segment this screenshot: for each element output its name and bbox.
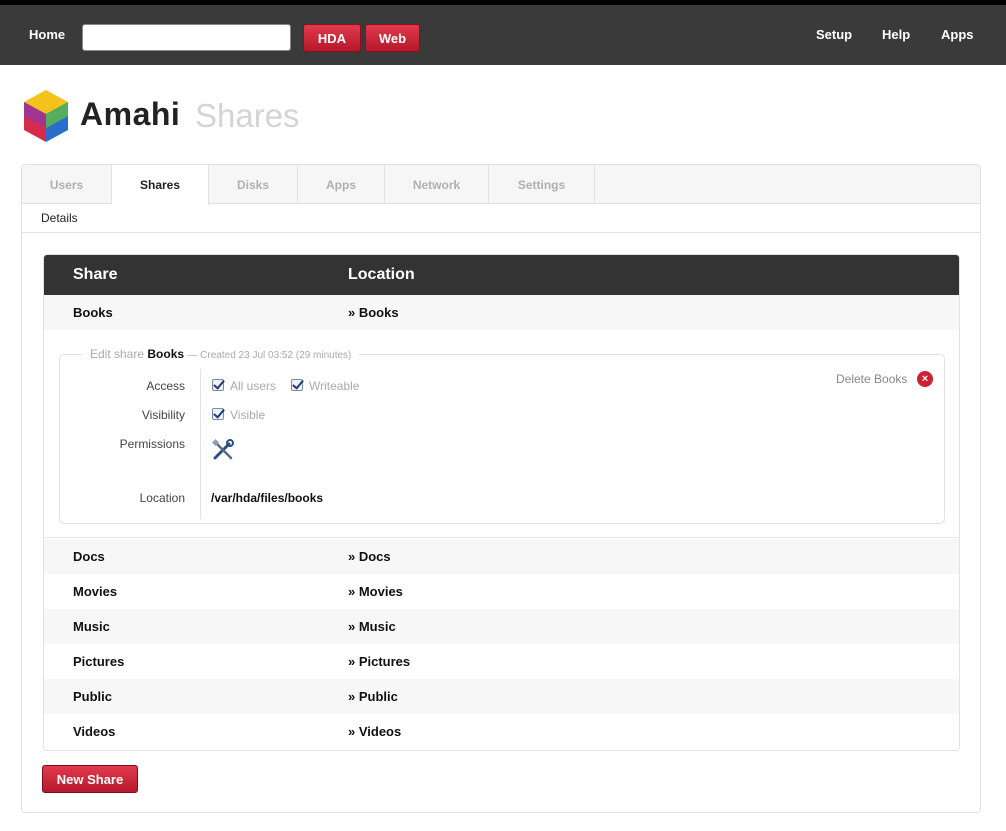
subnav-details[interactable]: Details [41,211,78,225]
visibility-label: Visibility [141,408,185,422]
location-path: /var/hda/files/books [211,491,324,505]
access-label: Access [146,379,185,393]
share-name: Music [73,619,110,634]
tab-users[interactable]: Users [22,165,112,204]
table-row[interactable]: Docs » Docs [44,539,959,574]
share-location-link[interactable]: » Videos [348,724,401,739]
table-header: Share Location [44,255,959,295]
edit-share-legend: Edit share Books — Created 23 Jul 03:52 … [82,347,360,361]
edit-share-fieldset: Edit share Books — Created 23 Jul 03:52 … [59,347,945,524]
location-column-header: Location [348,266,415,283]
writeable-checkbox[interactable] [291,379,303,391]
hda-button[interactable]: HDA [303,24,361,52]
tab-shares[interactable]: Shares [112,165,209,205]
share-location-link[interactable]: » Docs [348,549,391,564]
table-row[interactable]: Videos » Videos [44,714,959,749]
share-location-link[interactable]: » Music [348,619,396,634]
page-title: Shares [195,97,300,134]
all-users-checkbox[interactable] [212,379,224,391]
search-input[interactable] [82,24,291,51]
delete-share-link[interactable]: Delete Books [836,372,907,386]
tab-settings[interactable]: Settings [489,165,595,204]
share-name: Docs [73,549,105,564]
tab-apps[interactable]: Apps [298,165,385,204]
setup-link[interactable]: Setup [816,27,852,42]
writeable-label: Writeable [309,379,360,393]
share-name: Videos [73,724,116,739]
home-link[interactable]: Home [29,27,65,42]
tab-bar: Users Shares Disks Apps Network Settings [22,165,980,205]
delete-icon[interactable]: × [917,371,933,387]
new-share-button[interactable]: New Share [42,765,138,793]
share-column-header: Share [73,266,118,283]
share-location-link[interactable]: » Books [348,305,399,320]
share-location-link[interactable]: » Public [348,689,398,704]
share-name: Public [73,689,113,704]
shares-table: Share Location Books » Books Edit share … [43,254,960,751]
top-navigation-bar: Home HDA Web Setup Help Apps [0,0,1006,65]
web-button[interactable]: Web [365,24,420,52]
table-row[interactable]: Music » Music [44,609,959,644]
all-users-label: All users [230,379,277,393]
visible-label: Visible [230,408,266,422]
table-row[interactable]: Public » Public [44,679,959,714]
permissions-label: Permissions [119,437,185,451]
location-label: Location [139,491,185,505]
subnav-divider [22,232,980,233]
table-row[interactable]: Books » Books [44,295,959,330]
edit-share-section: Edit share Books — Created 23 Jul 03:52 … [44,330,959,538]
share-location-link[interactable]: » Movies [348,584,403,599]
amahi-logo-icon [24,90,68,142]
share-name: Movies [73,584,118,599]
permissions-tools-icon[interactable] [211,438,235,462]
brand-name: Amahi [80,96,181,132]
help-link[interactable]: Help [882,27,910,42]
edit-share-name[interactable]: Books [147,347,184,361]
table-row[interactable]: Pictures » Pictures [44,644,959,679]
share-name: Pictures [73,654,125,669]
tab-disks[interactable]: Disks [209,165,298,204]
table-row[interactable]: Movies » Movies [44,574,959,609]
label-divider [200,369,201,519]
edit-share-prefix: Edit share [90,347,145,361]
visible-checkbox[interactable] [212,408,224,420]
apps-link[interactable]: Apps [941,27,974,42]
main-panel: Users Shares Disks Apps Network Settings… [21,164,981,813]
share-location-link[interactable]: » Pictures [348,654,410,669]
share-name: Books [73,305,113,320]
tab-network[interactable]: Network [385,165,489,204]
edit-share-meta: — Created 23 Jul 03:52 (29 minutes) [187,350,352,361]
